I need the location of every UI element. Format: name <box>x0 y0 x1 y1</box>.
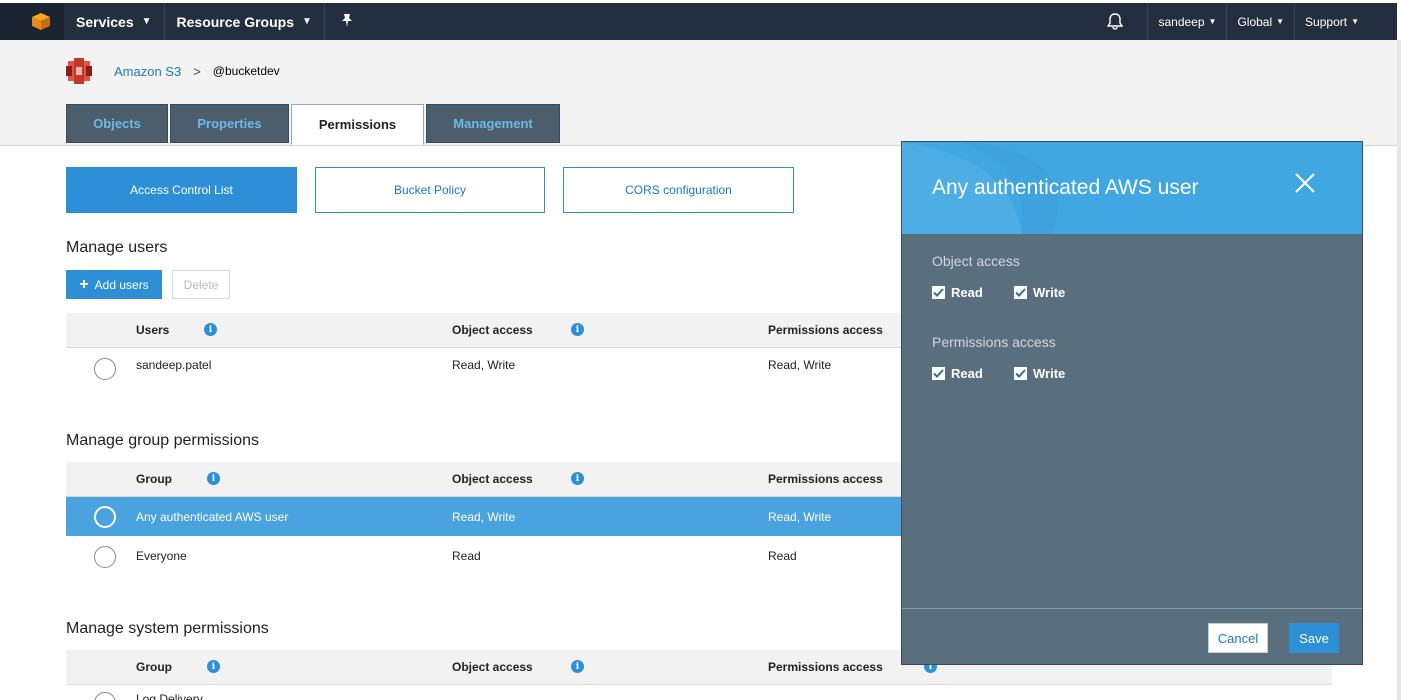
aws-logo[interactable] <box>0 3 64 40</box>
users-column-header: Users <box>136 323 170 337</box>
info-icon[interactable]: i <box>571 472 584 485</box>
group-column-header: Group <box>136 472 172 486</box>
tab-properties[interactable]: Properties <box>170 104 289 143</box>
top-navigation-bar: Services ▼ Resource Groups ▼ sandeep ▼ G… <box>0 3 1397 40</box>
object-access-column-header: Object access <box>452 323 533 337</box>
object-access-column-header: Object access <box>452 660 533 674</box>
object-read-checkbox[interactable]: Read <box>932 285 983 300</box>
region-label: Global <box>1237 14 1273 29</box>
close-icon[interactable] <box>1292 170 1318 196</box>
tab-permissions[interactable]: Permissions <box>291 104 424 145</box>
info-icon[interactable]: i <box>571 323 584 336</box>
page-scrollbar[interactable] <box>1397 40 1401 700</box>
table-row[interactable]: Log Delivery <box>66 686 1332 700</box>
services-label: Services <box>76 13 134 30</box>
support-menu[interactable]: Support ▼ <box>1295 3 1397 40</box>
tab-management[interactable]: Management <box>426 104 560 143</box>
row-radio-button[interactable] <box>94 506 116 528</box>
cancel-button[interactable]: Cancel <box>1208 623 1268 653</box>
breadcrumb-chevron-icon: > <box>193 63 201 79</box>
s3-bucket-icon <box>66 58 92 84</box>
group-column-header: Group <box>136 660 172 674</box>
permissions-access-cell: Read <box>768 548 797 563</box>
breadcrumb-bucket-name: @bucketdev <box>212 64 280 78</box>
subtab-bucket-policy[interactable]: Bucket Policy <box>315 167 545 213</box>
info-icon[interactable]: i <box>207 660 220 673</box>
bucket-tabs: Objects Properties Permissions Managemen… <box>66 104 562 145</box>
row-radio-button[interactable] <box>94 546 116 568</box>
group-name-cell: Log Delivery <box>136 692 203 700</box>
chevron-down-icon: ▼ <box>1208 17 1217 26</box>
checkmark-icon <box>1014 367 1027 380</box>
permissions-access-column-header: Permissions access <box>768 660 883 674</box>
chevron-down-icon: ▼ <box>1276 17 1285 26</box>
breadcrumb: Amazon S3 > @bucketdev <box>66 58 280 84</box>
write-label: Write <box>1033 285 1066 300</box>
info-icon[interactable]: i <box>207 472 220 485</box>
permissions-access-column-header: Permissions access <box>768 323 883 337</box>
delete-button[interactable]: Delete <box>172 270 230 299</box>
read-label: Read <box>951 285 983 300</box>
panel-title: Any authenticated AWS user <box>932 176 1199 199</box>
pin-icon[interactable] <box>325 13 369 30</box>
checkmark-icon <box>932 367 945 380</box>
chevron-down-icon: ▼ <box>1351 17 1359 26</box>
info-icon[interactable]: i <box>571 660 584 673</box>
read-label: Read <box>951 366 983 381</box>
permissions-read-checkbox[interactable]: Read <box>932 366 983 381</box>
services-menu[interactable]: Services ▼ <box>64 3 164 40</box>
panel-footer-divider <box>902 608 1362 609</box>
info-icon[interactable]: i <box>204 323 217 336</box>
save-button[interactable]: Save <box>1289 623 1339 653</box>
row-radio-button[interactable] <box>94 692 116 700</box>
resource-groups-menu[interactable]: Resource Groups ▼ <box>165 3 324 40</box>
region-menu[interactable]: Global ▼ <box>1227 3 1294 40</box>
permissions-access-cell: Read, Write <box>768 509 832 524</box>
support-label: Support <box>1305 14 1348 29</box>
add-users-label: Add users <box>94 277 149 292</box>
breadcrumb-s3-link[interactable]: Amazon S3 <box>114 64 181 79</box>
user-menu[interactable]: sandeep ▼ <box>1148 3 1226 40</box>
object-access-cell: Read <box>452 548 481 563</box>
right-navigation: sandeep ▼ Global ▼ Support ▼ <box>1083 3 1397 40</box>
plus-icon: + <box>79 275 89 293</box>
permissions-write-checkbox[interactable]: Write <box>1014 366 1065 381</box>
row-radio-button[interactable] <box>94 358 116 380</box>
resource-groups-label: Resource Groups <box>176 13 294 30</box>
subtab-access-control-list[interactable]: Access Control List <box>66 167 297 213</box>
subtab-cors-configuration[interactable]: CORS configuration <box>563 167 794 213</box>
object-access-cell: Read, Write <box>452 509 516 524</box>
object-access-cell: Read, Write <box>452 357 516 372</box>
manage-system-permissions-title: Manage system permissions <box>66 620 269 637</box>
group-name-cell: Any authenticated AWS user <box>136 509 289 524</box>
add-users-button[interactable]: + Add users <box>66 270 162 299</box>
object-access-label: Object access <box>932 253 1020 269</box>
checkmark-icon <box>1014 286 1027 299</box>
object-write-checkbox[interactable]: Write <box>1014 285 1065 300</box>
group-name-cell: Everyone <box>136 548 187 563</box>
permissions-access-cell: Read, Write <box>768 357 832 372</box>
chevron-down-icon: ▼ <box>141 16 152 27</box>
manage-group-permissions-title: Manage group permissions <box>66 432 259 449</box>
edit-permissions-panel: Any authenticated AWS user Object access… <box>901 141 1363 665</box>
object-access-column-header: Object access <box>452 472 533 486</box>
aws-cube-icon <box>32 13 50 30</box>
permissions-access-column-header: Permissions access <box>768 472 883 486</box>
user-name-cell: sandeep.patel <box>136 357 212 372</box>
notifications-bell-icon[interactable] <box>1083 3 1147 40</box>
write-label: Write <box>1033 366 1066 381</box>
user-name: sandeep <box>1158 14 1205 29</box>
tab-objects[interactable]: Objects <box>66 104 168 143</box>
panel-header: Any authenticated AWS user <box>902 142 1362 234</box>
checkmark-icon <box>932 286 945 299</box>
chevron-down-icon: ▼ <box>302 16 312 27</box>
manage-users-title: Manage users <box>66 239 168 256</box>
permissions-access-label: Permissions access <box>932 334 1056 350</box>
